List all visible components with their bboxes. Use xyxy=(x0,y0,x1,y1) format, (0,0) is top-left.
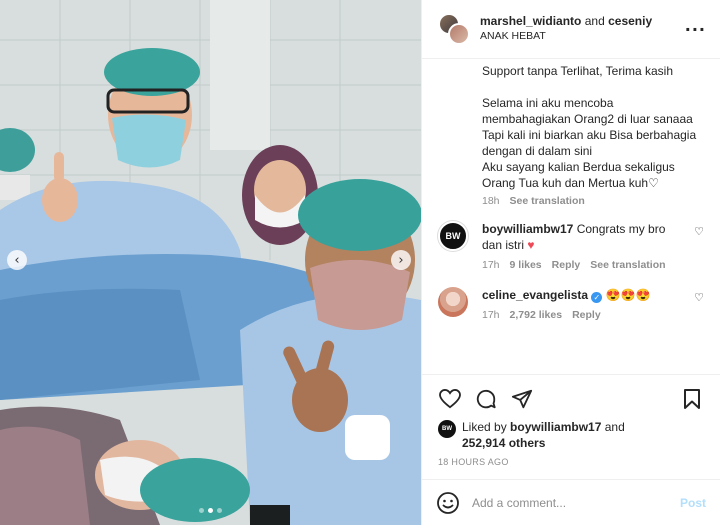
action-icons xyxy=(438,385,704,413)
likes-summary: BW Liked by boywilliambw17 and 252,914 o… xyxy=(438,419,704,451)
comment-likes-link[interactable]: 9 likes xyxy=(510,257,542,273)
add-comment-bar: Post xyxy=(422,479,720,525)
comments-list[interactable]: Support tanpa Terlihat, Terima kasih Sel… xyxy=(422,59,720,374)
avatar[interactable]: BW xyxy=(438,420,456,438)
carousel-indicator xyxy=(0,508,421,513)
red-heart-emoji: ♥ xyxy=(527,238,535,252)
chevron-left-icon: ‹ xyxy=(14,252,20,268)
emoji-smiley-icon[interactable] xyxy=(436,491,460,515)
avatar[interactable] xyxy=(448,23,470,45)
comment-meta: 17h 2,792 likes Reply xyxy=(482,307,688,323)
liked-by-username-link[interactable]: boywilliambw17 xyxy=(510,420,601,434)
carousel-dot xyxy=(217,508,222,513)
likes-count-link[interactable]: 252,914 others xyxy=(462,436,545,450)
like-comment-heart-icon[interactable]: ♡ xyxy=(694,291,704,304)
delivery-room-photo xyxy=(0,0,421,525)
like-heart-icon[interactable] xyxy=(438,387,462,411)
bookmark-icon[interactable] xyxy=(680,387,704,411)
carousel-next-button[interactable]: › xyxy=(391,250,411,270)
post-header: marshel_widianto and ceseniy ANAK HEBAT … xyxy=(422,0,720,59)
comment-likes-link[interactable]: 2,792 likes xyxy=(510,307,563,323)
comment-username-link[interactable]: boywilliambw17 xyxy=(482,222,573,236)
instagram-post: ‹ › marshel_widianto and ceseniy ANAK HE… xyxy=(0,0,720,525)
avatar[interactable] xyxy=(438,287,468,317)
post-timestamp[interactable]: 18 HOURS AGO xyxy=(438,457,704,467)
see-translation-link[interactable]: See translation xyxy=(590,257,665,273)
post-side-panel: marshel_widianto and ceseniy ANAK HEBAT … xyxy=(421,0,720,525)
caption-time: 18h xyxy=(482,195,500,207)
comment-item: BW boywilliambw17 Congrats my bro dan is… xyxy=(438,221,704,273)
caption-meta: 18h See translation xyxy=(438,195,704,207)
post-authors: marshel_widianto and ceseniy ANAK HEBAT xyxy=(480,14,685,44)
author-username-link[interactable]: marshel_widianto xyxy=(480,14,581,28)
post-subtitle[interactable]: ANAK HEBAT xyxy=(480,29,685,44)
avatar[interactable]: BW xyxy=(438,221,468,251)
reply-button[interactable]: Reply xyxy=(572,307,601,323)
verified-badge-icon: ✓ xyxy=(591,292,603,303)
collab-avatars[interactable] xyxy=(438,13,470,45)
comment-meta: 17h 9 likes Reply See translation xyxy=(482,257,688,273)
post-actions: BW Liked by boywilliambw17 and 252,914 o… xyxy=(422,374,720,467)
like-comment-heart-icon[interactable]: ♡ xyxy=(694,225,704,238)
see-translation-link[interactable]: See translation xyxy=(510,195,585,207)
post-comment-button[interactable]: Post xyxy=(680,496,706,510)
post-photo[interactable]: ‹ › xyxy=(0,0,421,525)
carousel-dot-active xyxy=(208,508,213,513)
coauthor-username-link[interactable]: ceseniy xyxy=(608,14,652,28)
add-comment-input[interactable] xyxy=(472,495,680,510)
share-paper-plane-icon[interactable] xyxy=(510,387,534,411)
chevron-right-icon: › xyxy=(398,252,404,268)
liked-by-joiner: and xyxy=(604,420,625,434)
comment-item: celine_evangelista ✓ 😍😍😍 17h 2,792 likes… xyxy=(438,287,704,323)
more-options-icon[interactable]: ··· xyxy=(685,20,706,39)
carousel-dot xyxy=(199,508,204,513)
liked-by-prefix: Liked by xyxy=(462,420,507,434)
comment-bubble-icon[interactable] xyxy=(474,387,498,411)
comment-time: 17h xyxy=(482,309,500,321)
carousel-prev-button[interactable]: ‹ xyxy=(7,250,27,270)
comment-username-link[interactable]: celine_evangelista xyxy=(482,288,588,302)
reply-button[interactable]: Reply xyxy=(552,257,581,273)
comment-time: 17h xyxy=(482,259,500,271)
comment-text: 😍😍😍 xyxy=(605,288,651,302)
authors-joiner: and xyxy=(584,14,605,28)
caption-text: Support tanpa Terlihat, Terima kasih Sel… xyxy=(482,64,697,190)
